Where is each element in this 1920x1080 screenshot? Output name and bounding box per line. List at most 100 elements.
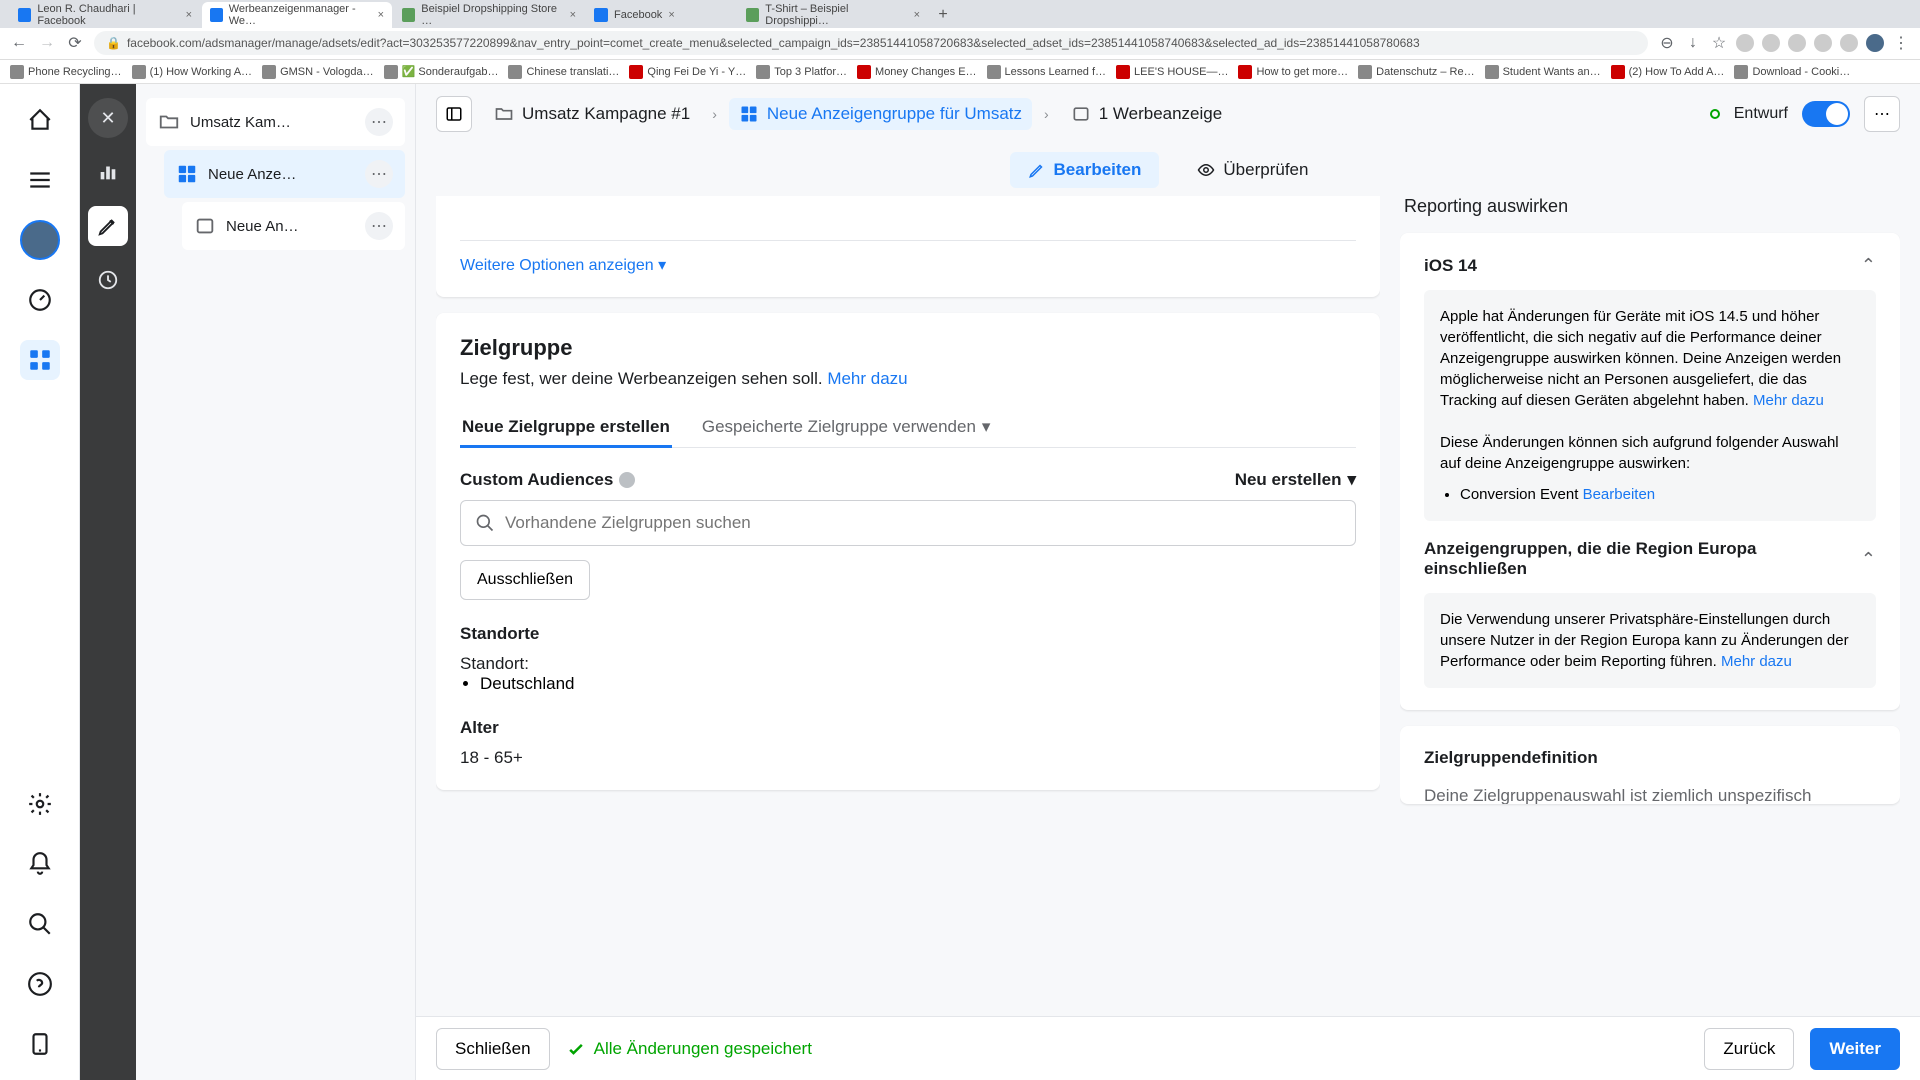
extension-icon[interactable]	[1840, 34, 1858, 52]
bookmark-icon	[262, 65, 276, 79]
dashboard-icon[interactable]	[20, 280, 60, 320]
close-icon[interactable]: ×	[378, 9, 384, 21]
ads-manager-icon[interactable]	[20, 340, 60, 380]
settings-icon[interactable]	[20, 784, 60, 824]
browser-tab[interactable]: Leon R. Chaudhari | Facebook×	[10, 2, 200, 28]
audience-search-input[interactable]	[505, 513, 1341, 533]
extension-icon[interactable]	[1788, 34, 1806, 52]
audience-card: Zielgruppe Lege fest, wer deine Werbeanz…	[436, 313, 1380, 790]
tree-campaign[interactable]: Umsatz Kam… ⋯	[146, 98, 405, 146]
close-panel-button[interactable]: ✕	[88, 98, 128, 138]
bookmark-icon	[1358, 65, 1372, 79]
breadcrumb-bar: Umsatz Kampagne #1 › Neue Anzeigengruppe…	[416, 84, 1920, 144]
more-icon[interactable]: ⋯	[365, 160, 393, 188]
ios14-header[interactable]: iOS 14	[1424, 255, 1876, 276]
bookmark-item[interactable]: How to get more…	[1238, 65, 1348, 79]
bookmark-item[interactable]: Lessons Learned f…	[987, 65, 1107, 79]
europe-header[interactable]: Anzeigengruppen, die die Region Europa e…	[1424, 539, 1876, 579]
mobile-preview-icon[interactable]	[20, 1024, 60, 1064]
bookmark-item[interactable]: GMSN - Vologda…	[262, 65, 374, 79]
audience-search[interactable]	[460, 500, 1356, 546]
close-icon[interactable]: ×	[668, 9, 674, 21]
extension-icon[interactable]	[1814, 34, 1832, 52]
bookmark-icon	[857, 65, 871, 79]
nav-forward-icon[interactable]: →	[38, 34, 56, 52]
bookmark-item[interactable]: Student Wants an…	[1485, 65, 1601, 79]
profile-avatar-icon[interactable]	[1866, 34, 1884, 52]
close-icon[interactable]: ×	[570, 9, 576, 21]
bookmark-item[interactable]: (1) How Working A…	[132, 65, 253, 79]
home-icon[interactable]	[20, 100, 60, 140]
tree-adset-active[interactable]: Neue Anze… ⋯	[164, 150, 405, 198]
bookmark-item[interactable]: (2) How To Add A…	[1611, 65, 1725, 79]
breadcrumb-campaign[interactable]: Umsatz Kampagne #1	[484, 98, 700, 130]
new-tab-button[interactable]: +	[930, 2, 956, 28]
tab-favicon	[210, 8, 223, 22]
reload-icon[interactable]: ⟳	[66, 34, 84, 52]
menu-icon[interactable]	[20, 160, 60, 200]
bookmark-icon	[756, 65, 770, 79]
browser-tab[interactable]: Facebook×	[586, 2, 736, 28]
browser-tab[interactable]: T-Shirt – Beispiel Dropshippi…×	[738, 2, 928, 28]
edit-tab[interactable]: Bearbeiten	[1010, 152, 1160, 188]
close-icon[interactable]: ×	[186, 9, 192, 21]
edit-conversion-link[interactable]: Bearbeiten	[1583, 486, 1656, 503]
profile-avatar[interactable]	[20, 220, 60, 260]
europe-box: Die Verwendung unserer Privatsphäre-Eins…	[1424, 593, 1876, 688]
breadcrumb-ad[interactable]: 1 Werbeanzeige	[1061, 98, 1233, 130]
bookmark-item[interactable]: Phone Recycling…	[10, 65, 122, 79]
help-icon[interactable]	[20, 964, 60, 1004]
exclude-button[interactable]: Ausschließen	[460, 560, 590, 600]
bookmark-item[interactable]: LEE'S HOUSE—…	[1116, 65, 1228, 79]
learn-more-link[interactable]: Mehr dazu	[827, 369, 907, 388]
zoom-icon[interactable]: ⊖	[1658, 34, 1676, 52]
download-icon[interactable]: ↓	[1684, 34, 1702, 52]
url-text: facebook.com/adsmanager/manage/adsets/ed…	[127, 36, 1420, 50]
audience-tab-new[interactable]: Neue Zielgruppe erstellen	[460, 407, 672, 447]
extension-icon[interactable]	[1762, 34, 1780, 52]
back-button[interactable]: Zurück	[1704, 1028, 1794, 1070]
publish-toggle[interactable]	[1802, 101, 1850, 127]
edit-icon[interactable]	[88, 206, 128, 246]
menu-icon[interactable]: ⋮	[1892, 34, 1910, 52]
more-menu-button[interactable]: ⋯	[1864, 96, 1900, 132]
tree-ad[interactable]: Neue An… ⋯	[182, 202, 405, 250]
collapse-tree-button[interactable]	[436, 96, 472, 132]
history-icon[interactable]	[88, 260, 128, 300]
bookmark-item[interactable]: Money Changes E…	[857, 65, 977, 79]
bookmark-item[interactable]: Chinese translati…	[508, 65, 619, 79]
create-new-button[interactable]: Neu erstellen ▾	[1235, 470, 1356, 490]
close-button[interactable]: Schließen	[436, 1028, 550, 1070]
browser-tab[interactable]: Beispiel Dropshipping Store … ×	[394, 2, 584, 28]
status-indicator-icon	[1710, 109, 1720, 119]
info-icon[interactable]	[619, 472, 635, 488]
star-icon[interactable]: ☆	[1710, 34, 1728, 52]
section-title: Zielgruppe	[460, 335, 1356, 361]
bookmark-item[interactable]: Top 3 Platfor…	[756, 65, 847, 79]
bookmark-item[interactable]: Download - Cooki…	[1734, 65, 1850, 79]
search-icon[interactable]	[20, 904, 60, 944]
campaign-tree: Umsatz Kam… ⋯ Neue Anze… ⋯ Neue An… ⋯	[136, 84, 416, 1080]
pencil-icon	[1028, 161, 1046, 179]
more-icon[interactable]: ⋯	[365, 212, 393, 240]
close-icon[interactable]: ×	[914, 9, 920, 21]
more-options-link[interactable]: Weitere Optionen anzeigen ▾	[460, 257, 666, 274]
browser-tab-active[interactable]: Werbeanzeigenmanager - We…×	[202, 2, 392, 28]
bookmark-item[interactable]: Qing Fei De Yi - Y…	[629, 65, 746, 79]
bookmark-item[interactable]: ✅ Sonderaufgab…	[384, 65, 499, 79]
chart-icon[interactable]	[88, 152, 128, 192]
audience-tab-saved[interactable]: Gespeicherte Zielgruppe verwenden ▾	[700, 407, 993, 447]
url-bar[interactable]: 🔒facebook.com/adsmanager/manage/adsets/e…	[94, 31, 1648, 55]
nav-back-icon[interactable]: ←	[10, 34, 28, 52]
next-button[interactable]: Weiter	[1810, 1028, 1900, 1070]
extension-icon[interactable]	[1736, 34, 1754, 52]
bookmark-item[interactable]: Datenschutz – Re…	[1358, 65, 1474, 79]
review-tab[interactable]: Überprüfen	[1179, 152, 1326, 188]
tab-label: Beispiel Dropshipping Store …	[421, 3, 563, 27]
learn-more-link[interactable]: Mehr dazu	[1753, 392, 1824, 409]
learn-more-link[interactable]: Mehr dazu	[1721, 653, 1792, 670]
notifications-icon[interactable]	[20, 844, 60, 884]
more-icon[interactable]: ⋯	[365, 108, 393, 136]
card-title: iOS 14	[1424, 256, 1477, 276]
breadcrumb-adset-active[interactable]: Neue Anzeigengruppe für Umsatz	[729, 98, 1032, 130]
